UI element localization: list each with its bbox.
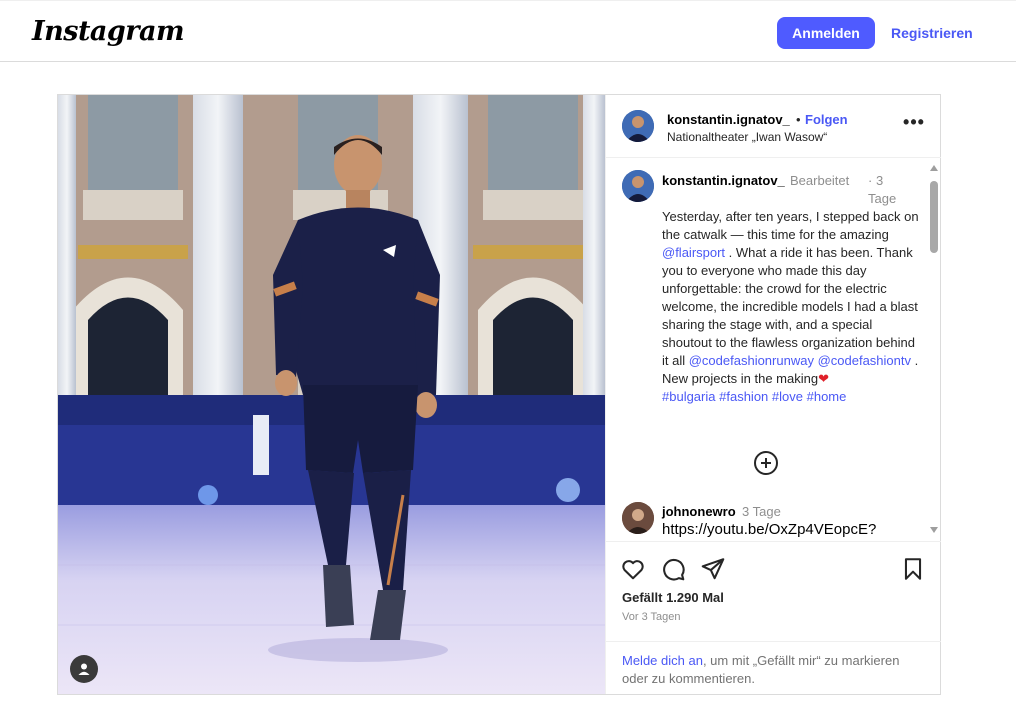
like-count[interactable]: Gefällt 1.290 Mal <box>622 590 724 605</box>
load-more-comments-icon[interactable] <box>754 451 778 475</box>
login-button[interactable]: Anmelden <box>777 17 875 49</box>
comments-scrollbar[interactable] <box>928 159 940 541</box>
mention-link[interactable]: @codefashiontv <box>818 353 911 368</box>
caption-username[interactable]: konstantin.ignatov_ <box>662 172 786 190</box>
user-tag-icon[interactable] <box>70 655 98 683</box>
post-header: konstantin.ignatov_ • Folgen Nationalthe… <box>606 95 941 158</box>
edited-label: Bearbeitet <box>790 173 850 188</box>
mention-link[interactable]: @flairsport <box>662 245 725 260</box>
comments-section[interactable]: konstantin.ignatov_ Bearbeitet · 3 Tage … <box>606 159 941 541</box>
bookmark-icon[interactable] <box>900 556 926 582</box>
scroll-up-arrow-icon[interactable] <box>930 165 938 171</box>
register-link[interactable]: Registrieren <box>891 25 973 41</box>
post-image[interactable] <box>58 95 605 694</box>
more-options-icon[interactable]: ••• <box>902 111 926 135</box>
caption-text: Yesterday, after ten years, I stepped ba… <box>662 208 922 406</box>
login-prompt-link[interactable]: Melde dich an <box>622 653 703 668</box>
hashtag-link[interactable]: #fashion <box>719 389 768 404</box>
follow-button[interactable]: Folgen <box>805 112 848 127</box>
scroll-down-arrow-icon[interactable] <box>930 527 938 533</box>
scrollbar-thumb[interactable] <box>930 181 938 253</box>
login-prompt: Melde dich an, um mit „Gefällt mir“ zu m… <box>606 641 941 695</box>
caption-author-avatar[interactable] <box>622 170 654 202</box>
post-location[interactable]: Nationaltheater „Iwan Wasow“ <box>667 130 827 144</box>
hashtag-link[interactable]: #love <box>772 389 803 404</box>
post-card: konstantin.ignatov_ • Folgen Nationalthe… <box>57 94 941 695</box>
instagram-logo[interactable]: Instagram <box>32 16 185 47</box>
post-date[interactable]: Vor 3 Tagen <box>622 611 681 623</box>
comment-username[interactable]: johnonewro <box>662 504 736 519</box>
comment-text[interactable]: https://youtu.be/OxZp4VEopcE? <box>662 521 876 538</box>
post-actions: Gefällt 1.290 Mal Vor 3 Tagen Melde dich… <box>606 541 941 694</box>
caption-timestamp: · 3 Tage <box>868 173 897 206</box>
hashtag-link[interactable]: #home <box>807 389 847 404</box>
hashtag-link[interactable]: #bulgaria <box>662 389 716 404</box>
author-username[interactable]: konstantin.ignatov_ <box>667 112 790 127</box>
comment-timestamp: 3 Tage <box>742 504 781 519</box>
paper-plane-icon[interactable] <box>700 556 726 582</box>
runway-photo <box>58 95 605 694</box>
mention-link[interactable]: @codefashionrunway <box>689 353 814 368</box>
caption-time-value: 3 Tage <box>868 173 897 206</box>
separator-dot: • <box>796 112 801 127</box>
caption-text-part: Yesterday, after ten years, I stepped ba… <box>662 209 919 242</box>
post-side-panel: konstantin.ignatov_ • Folgen Nationalthe… <box>605 95 941 694</box>
top-navigation-bar: Instagram Anmelden Registrieren <box>0 0 1016 62</box>
heart-outline-icon[interactable] <box>620 556 646 582</box>
commenter-avatar[interactable] <box>622 502 654 534</box>
caption-text-part: . What a ride it has been. Thank you to … <box>662 245 918 368</box>
comment-bubble-icon[interactable] <box>660 556 686 582</box>
heart-emoji: ❤ <box>818 371 829 386</box>
author-avatar[interactable] <box>622 110 654 142</box>
